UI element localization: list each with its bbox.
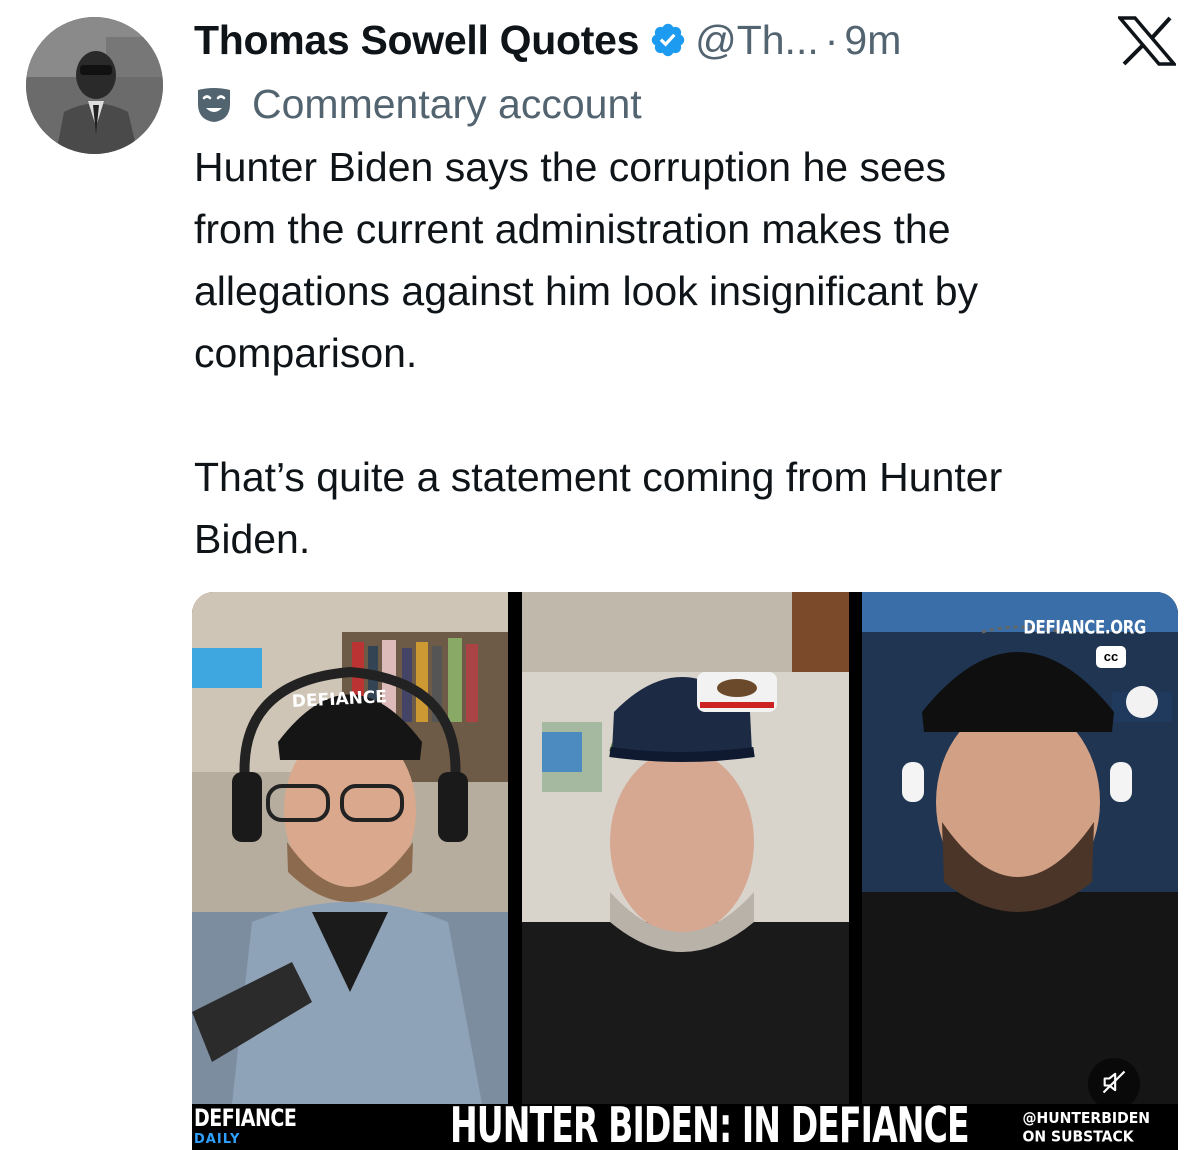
commentary-account-label[interactable]: Commentary account [194, 76, 642, 132]
video-panel-left: DEFIANCE [192, 592, 508, 1104]
author-avatar[interactable] [26, 17, 163, 154]
unmute-button[interactable] [1088, 1058, 1140, 1110]
video-panel-middle [522, 592, 849, 1104]
theater-mask-icon [194, 84, 234, 124]
header-separator: · [824, 16, 839, 63]
x-logo-icon [1116, 16, 1178, 66]
video-credit-line2: ON SUBSTACK [1022, 1128, 1134, 1146]
show-brand-line1: DEFIANCE [194, 1104, 297, 1133]
show-brand: DEFIANCE DAILY [194, 1107, 297, 1147]
commentary-label-text: Commentary account [252, 80, 642, 127]
video-episode-title: HUNTER BIDEN: IN DEFIANCE [450, 1098, 970, 1150]
video-credit: @HUNTERBIDEN ON SUBSTACK [1023, 1110, 1150, 1147]
video-lower-third: DEFIANCE DAILY HUNTER BIDEN: IN DEFIANCE… [192, 1099, 1178, 1150]
video-corner-brand: DEFIANCE.ORG [1023, 615, 1146, 639]
tweet-text: Hunter Biden says the corruption he sees… [194, 144, 1003, 562]
tweet-header: Thomas Sowell Quotes @Th... · 9m [194, 10, 901, 70]
video-panel-right [862, 592, 1178, 1104]
speaker-muted-icon [1100, 1068, 1128, 1101]
tweet-timestamp[interactable]: 9m [844, 17, 901, 64]
verified-badge-icon[interactable] [649, 21, 687, 59]
tweet-video[interactable]: DEFIANCE DEFIANCE.ORG cc DEFIANCE DAILY … [192, 592, 1178, 1150]
closed-captions-button[interactable]: cc [1096, 646, 1126, 668]
video-credit-line1: @HUNTERBIDEN [1022, 1109, 1150, 1128]
author-display-name[interactable]: Thomas Sowell Quotes [194, 17, 639, 64]
author-handle[interactable]: @Th... [695, 17, 819, 64]
show-brand-line2: DAILY [194, 1132, 241, 1147]
tweet-card[interactable]: Thomas Sowell Quotes @Th... · 9m Comment… [0, 0, 1197, 1150]
